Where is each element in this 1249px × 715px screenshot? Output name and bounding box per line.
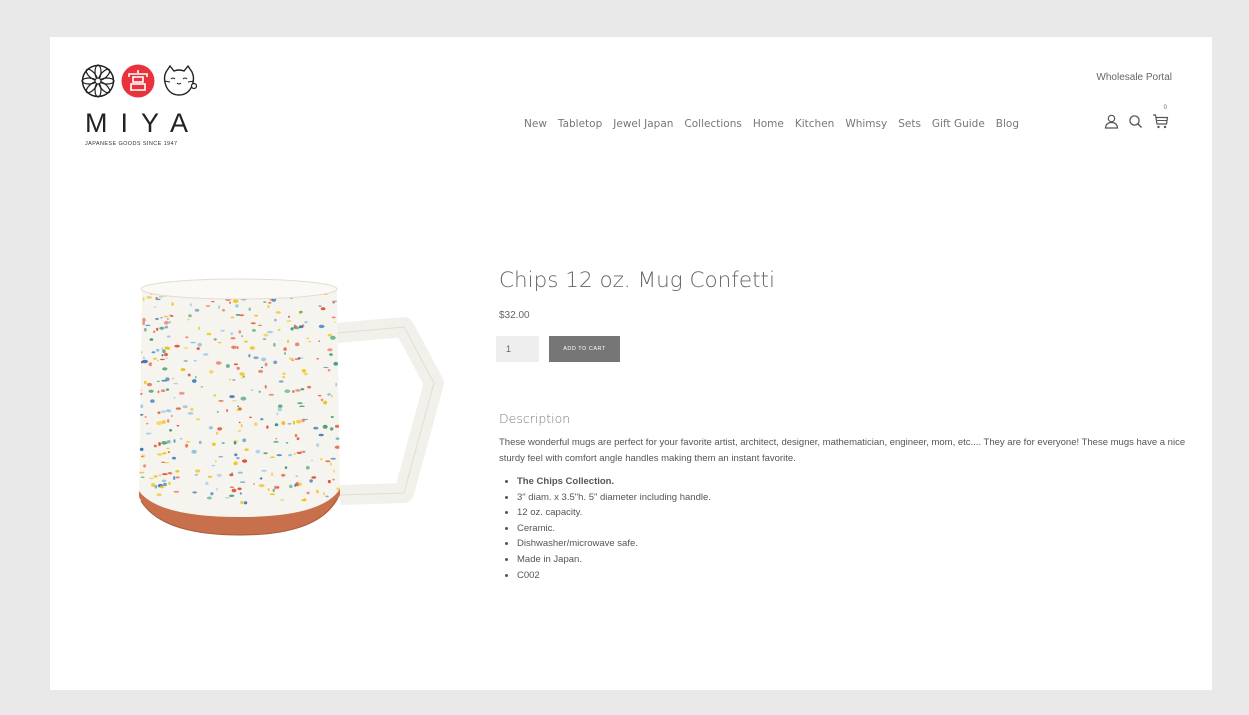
feature-item: Ceramic. [517, 521, 711, 537]
feature-item: C002 [517, 568, 711, 584]
feature-item: Dishwasher/microwave safe. [517, 536, 711, 552]
logo-icons [81, 64, 211, 98]
nav-item-gift-guide[interactable]: Gift Guide [932, 118, 985, 130]
nav-item-sets[interactable]: Sets [898, 118, 921, 130]
add-to-cart-button[interactable]: ADD TO CART [549, 336, 620, 362]
nav-item-whimsy[interactable]: Whimsy [845, 118, 887, 130]
search-icon[interactable] [1128, 114, 1143, 129]
description-text: These wonderful mugs are perfect for you… [499, 437, 1186, 464]
brand-logo[interactable]: MIYA JAPANESE GOODS SINCE 1947 [81, 64, 211, 147]
feature-item: 12 oz. capacity. [517, 505, 711, 521]
description-heading: Description [499, 411, 571, 426]
product-price: $32.00 [499, 310, 530, 321]
nav-item-kitchen[interactable]: Kitchen [795, 118, 834, 130]
feature-item: 3" diam. x 3.5"h. 5" diameter including … [517, 490, 711, 506]
nav-item-tabletop[interactable]: Tabletop [558, 118, 602, 130]
header-tools: 0 [1104, 105, 1169, 129]
main-nav: New Tabletop Jewel Japan Collections Hom… [524, 118, 1030, 130]
wholesale-portal-link[interactable]: Wholesale Portal [1096, 72, 1172, 83]
page-frame: MIYA JAPANESE GOODS SINCE 1947 Wholesale… [50, 37, 1212, 690]
brand-wordmark: MIYA [85, 108, 202, 138]
account-icon[interactable] [1104, 114, 1119, 129]
nav-item-blog[interactable]: Blog [996, 118, 1019, 130]
nav-item-home[interactable]: Home [753, 118, 784, 130]
product-image[interactable] [132, 273, 448, 573]
brand-tagline: JAPANESE GOODS SINCE 1947 [85, 141, 178, 147]
feature-item: Made in Japan. [517, 552, 711, 568]
feature-item: The Chips Collection. [517, 474, 711, 490]
chrysanthemum-icon [81, 64, 115, 98]
product-title: Chips 12 oz. Mug Confetti [499, 268, 775, 293]
cart-count: 0 [1163, 105, 1167, 111]
nav-item-jewel-japan[interactable]: Jewel Japan [613, 118, 673, 130]
quantity-input[interactable] [496, 336, 539, 362]
nav-item-new[interactable]: New [524, 118, 547, 130]
lucky-cat-icon [163, 64, 197, 96]
shrine-kanji-icon [121, 64, 155, 98]
nav-item-collections[interactable]: Collections [684, 118, 741, 130]
cart-icon [1153, 114, 1169, 129]
feature-list: The Chips Collection. 3" diam. x 3.5"h. … [499, 474, 711, 583]
cart-button[interactable]: 0 [1152, 105, 1169, 129]
